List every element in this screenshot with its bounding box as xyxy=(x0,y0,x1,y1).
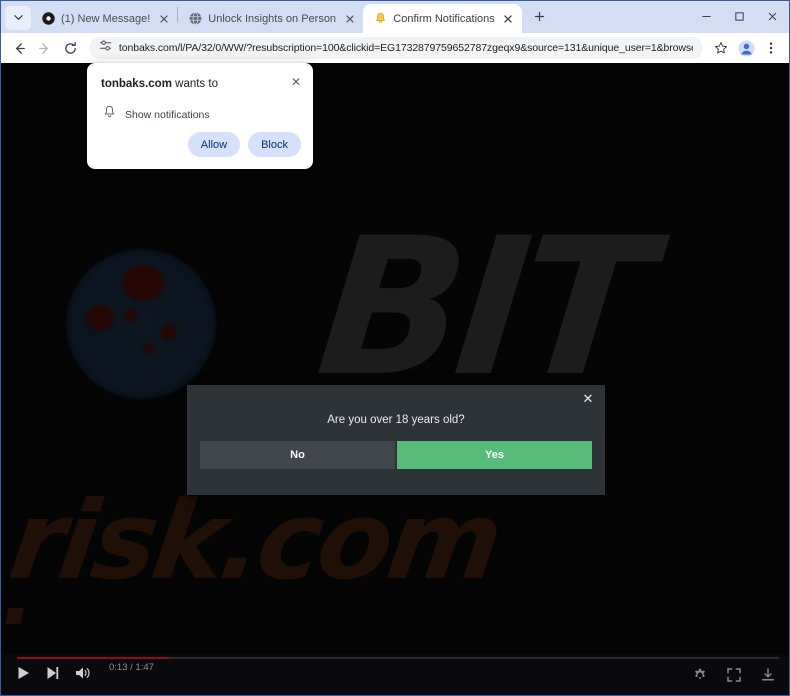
tab-title: Unlock Insights on Personal Fin xyxy=(208,12,337,25)
window-controls xyxy=(690,1,789,31)
tab-new-message[interactable]: (1) New Message! xyxy=(31,4,177,33)
video-progress-track[interactable] xyxy=(17,657,779,659)
tab-strip: (1) New Message! Unlock Insights on Pers… xyxy=(1,1,789,33)
decorative-spot xyxy=(86,305,114,331)
notification-permission-dialog: tonbaks.com wants to ✕ Show notification… xyxy=(87,63,313,169)
decorative-disc xyxy=(66,249,216,399)
dark-circle-icon xyxy=(41,12,55,26)
permission-label: Show notifications xyxy=(125,108,210,121)
decorative-spot xyxy=(124,309,137,322)
player-left-controls: 0:13 / 1:47 xyxy=(17,662,154,680)
video-player-controls: 0:13 / 1:47 xyxy=(1,655,789,695)
address-bar-url: tonbaks.com/l/PA/32/0/WW/?resubscription… xyxy=(118,42,694,54)
star-icon[interactable] xyxy=(709,36,733,60)
tab-close-icon[interactable] xyxy=(342,11,357,26)
tab-confirm-notifications[interactable]: Confirm Notifications xyxy=(363,4,522,33)
three-dot-menu-icon[interactable] xyxy=(759,36,783,60)
age-modal-question: Are you over 18 years old? xyxy=(327,414,465,426)
permission-actions: Allow Block xyxy=(187,132,301,157)
decorative-spot xyxy=(122,265,164,301)
close-icon[interactable]: ✕ xyxy=(289,75,303,89)
play-icon[interactable] xyxy=(17,666,30,680)
window-minimize-button[interactable] xyxy=(690,1,723,31)
chevron-down-icon xyxy=(13,9,23,27)
close-icon[interactable]: ✕ xyxy=(580,392,596,408)
decorative-spot xyxy=(161,325,177,340)
tab-close-icon[interactable] xyxy=(501,11,516,26)
bell-icon xyxy=(103,105,116,124)
globe-icon xyxy=(188,12,202,26)
next-track-icon[interactable] xyxy=(46,666,59,680)
video-progress-fill xyxy=(17,657,170,659)
age-no-button[interactable]: No xyxy=(200,441,395,469)
watermark-top: BIT xyxy=(309,197,654,418)
window-maximize-button[interactable] xyxy=(723,1,756,31)
download-icon[interactable] xyxy=(761,668,775,682)
tab-close-icon[interactable] xyxy=(156,11,171,26)
tab-search-button[interactable] xyxy=(5,6,31,30)
block-button[interactable]: Block xyxy=(248,132,301,157)
bell-icon xyxy=(373,12,387,26)
age-modal-actions: No Yes xyxy=(200,441,592,469)
new-tab-button[interactable] xyxy=(527,5,553,31)
back-arrow-icon[interactable] xyxy=(7,35,32,61)
fullscreen-icon[interactable] xyxy=(727,668,741,682)
window-close-button[interactable] xyxy=(756,1,789,31)
permission-dialog-title: tonbaks.com wants to xyxy=(101,78,218,90)
tune-icon[interactable] xyxy=(99,39,112,57)
allow-button[interactable]: Allow xyxy=(187,132,241,157)
decorative-spot xyxy=(144,344,154,354)
permission-row: Show notifications xyxy=(103,105,210,124)
plus-icon xyxy=(534,9,545,27)
permission-title-suffix: wants to xyxy=(171,78,218,90)
browser-toolbar: tonbaks.com/l/PA/32/0/WW/?resubscription… xyxy=(1,33,789,63)
watermark-bottom: risk.com xyxy=(2,479,507,604)
age-verification-modal: ✕ Are you over 18 years old? No Yes xyxy=(187,385,605,495)
tab-unlock-insights[interactable]: Unlock Insights on Personal Fin xyxy=(178,4,363,33)
reload-icon[interactable] xyxy=(58,35,83,61)
address-bar[interactable]: tonbaks.com/l/PA/32/0/WW/?resubscription… xyxy=(88,37,704,59)
permission-origin: tonbaks.com xyxy=(101,78,172,90)
browser-window: (1) New Message! Unlock Insights on Pers… xyxy=(0,0,790,696)
video-time-display: 0:13 / 1:47 xyxy=(109,662,154,673)
gear-icon[interactable] xyxy=(693,668,707,682)
tab-title: (1) New Message! xyxy=(61,12,151,25)
age-yes-button[interactable]: Yes xyxy=(397,441,592,469)
forward-arrow-icon[interactable] xyxy=(33,35,58,61)
volume-icon[interactable] xyxy=(75,666,91,680)
tab-title: Confirm Notifications xyxy=(393,12,495,25)
avatar-icon[interactable] xyxy=(734,36,758,60)
player-right-controls xyxy=(693,668,775,682)
